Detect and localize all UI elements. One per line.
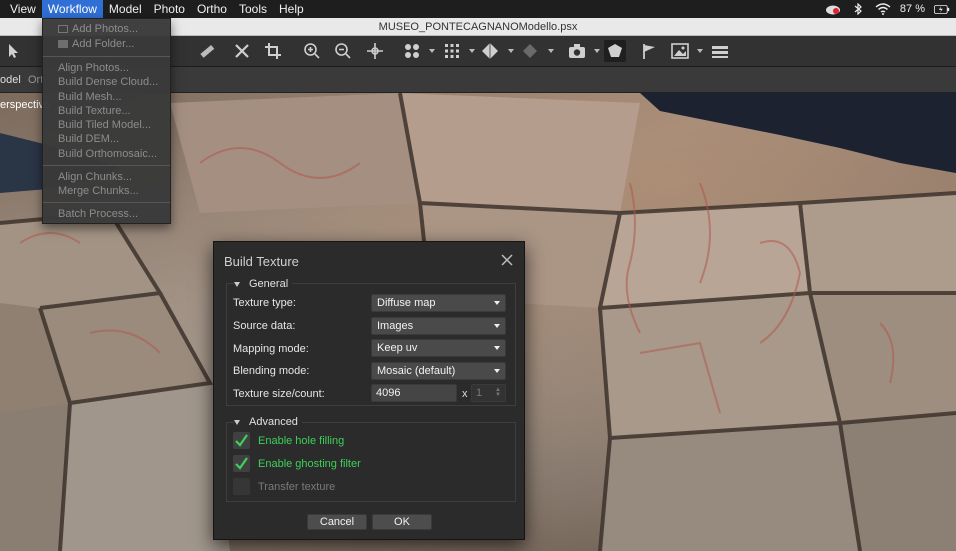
creative-cloud-icon[interactable] [825,3,841,15]
close-icon[interactable] [500,253,514,267]
general-group-header[interactable]: General [234,278,293,290]
transfer-texture-checkbox[interactable]: Transfer texture [233,478,335,495]
add-photos-icon [58,25,68,34]
advanced-group-header[interactable]: Advanced [234,416,302,428]
chevron-down-icon [494,346,500,350]
model-view-caret-icon[interactable] [508,49,514,53]
ok-button[interactable]: OK [372,514,432,530]
texture-size-input[interactable]: 4096 [371,384,457,402]
layers-icon[interactable] [709,40,731,62]
bluetooth-icon[interactable] [850,3,866,15]
menu-item-build-orthomosaic[interactable]: Build Orthomosaic... [58,147,157,161]
zoom-in-icon[interactable] [301,40,323,62]
show-cameras-icon[interactable] [401,40,423,62]
texture-size-label: Texture size/count: [233,388,325,400]
build-texture-dialog: Build Texture General Texture type: Diff… [213,241,525,540]
menu-view[interactable]: View [0,0,42,18]
tiled-model-caret-icon[interactable] [548,49,554,53]
menu-workflow[interactable]: Workflow [41,0,103,18]
menu-item-build-texture[interactable]: Build Texture... [58,104,131,118]
chevron-down-icon [494,301,500,305]
stepper-arrows-icon: ▲ ▼ [495,387,501,398]
tab-ortho[interactable]: Ort [28,67,43,93]
battery-percentage: 87 % [899,3,925,15]
chevron-down-icon [494,369,500,373]
mapping-mode-label: Mapping mode: [233,343,309,355]
menu-bar: View Workflow Model Photo Ortho Tools He… [0,0,956,18]
zoom-out-icon[interactable] [332,40,354,62]
collapse-triangle-icon [234,419,240,425]
menu-tools[interactable]: Tools [233,0,273,18]
menu-model[interactable]: Model [103,0,148,18]
menu-item-batch-process[interactable]: Batch Process... [58,207,138,221]
collapse-triangle-icon [234,281,240,287]
blending-mode-label: Blending mode: [233,365,310,377]
add-folder-icon [58,40,68,49]
chevron-down-icon [494,324,500,328]
shapes-icon[interactable] [604,40,626,62]
battery-charging-icon[interactable] [934,3,950,15]
image-icon[interactable] [669,40,691,62]
camera-caret-icon[interactable] [594,49,600,53]
texture-type-select[interactable]: Diffuse map [371,294,506,312]
status-tray: 87 % [825,0,950,18]
menu-item-build-mesh[interactable]: Build Mesh... [58,90,122,104]
dialog-title: Build Texture [224,254,299,269]
enable-hole-filling-checkbox[interactable]: Enable hole filling [233,432,344,449]
menu-item-build-dem[interactable]: Build DEM... [58,132,119,146]
menu-item-align-chunks[interactable]: Align Chunks... [58,170,132,184]
tab-model[interactable]: odel [0,67,21,93]
menu-help[interactable]: Help [273,0,310,18]
checkbox-empty [233,478,250,495]
texture-count-stepper[interactable]: 1 ▲ ▼ [471,384,506,402]
show-cameras-caret-icon[interactable] [429,49,435,53]
menu-item-build-dense-cloud[interactable]: Build Dense Cloud... [58,75,158,89]
pointer-tool-icon[interactable] [2,40,24,62]
menu-item-build-tiled-model[interactable]: Build Tiled Model... [58,118,151,132]
workflow-menu: Add Photos... Add Folder... Align Photos… [42,18,171,224]
move-icon[interactable] [364,40,386,62]
menu-separator [43,56,170,57]
image-caret-icon[interactable] [697,49,703,53]
model-view-icon[interactable] [479,40,501,62]
source-data-select[interactable]: Images [371,317,506,335]
camera-icon[interactable] [566,40,588,62]
menu-separator [43,165,170,166]
menu-photo[interactable]: Photo [148,0,191,18]
markers-icon[interactable] [638,40,660,62]
delete-selection-icon[interactable] [231,40,253,62]
crop-icon[interactable] [262,40,284,62]
menu-separator [43,202,170,203]
checkmark-icon [233,455,250,472]
checkmark-icon [233,432,250,449]
enable-ghosting-filter-checkbox[interactable]: Enable ghosting filter [233,455,361,472]
source-data-label: Source data: [233,320,296,332]
menu-ortho[interactable]: Ortho [191,0,233,18]
menu-item-add-photos[interactable]: Add Photos... [58,22,138,36]
cancel-button[interactable]: Cancel [307,514,367,530]
size-count-separator: x [462,388,468,400]
menu-item-add-folder[interactable]: Add Folder... [58,37,134,51]
mapping-mode-select[interactable]: Keep uv [371,339,506,357]
tiled-model-icon[interactable] [519,40,541,62]
menu-item-merge-chunks[interactable]: Merge Chunks... [58,184,139,198]
blending-mode-select[interactable]: Mosaic (default) [371,362,506,380]
ruler-tool-icon[interactable] [196,40,218,62]
point-cloud-caret-icon[interactable] [469,49,475,53]
texture-type-label: Texture type: [233,297,296,309]
point-cloud-icon[interactable] [441,40,463,62]
menu-item-align-photos[interactable]: Align Photos... [58,61,129,75]
wifi-icon[interactable] [875,3,891,15]
